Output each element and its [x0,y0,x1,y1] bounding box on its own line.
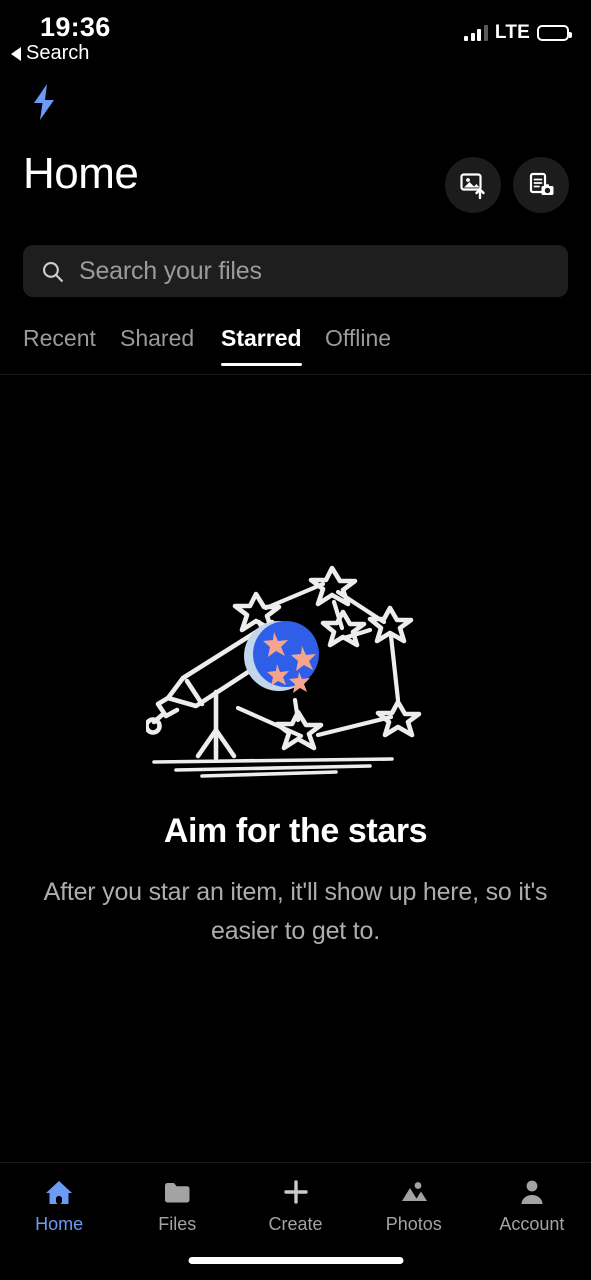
home-icon [46,1181,73,1204]
tab-offline[interactable]: Offline [325,325,391,366]
tab-starred[interactable]: Starred [221,325,302,366]
nav-label-create: Create [268,1214,323,1234]
nav-item-photos[interactable]: Photos [355,1177,473,1235]
back-to-search-link[interactable]: Search [11,42,89,65]
empty-state: Aim for the stars After you star an item… [0,560,591,951]
search-input[interactable]: Search your files [79,257,262,286]
network-type-label: LTE [494,22,530,43]
nav-label-photos: Photos [385,1214,442,1234]
nav-label-files: Files [158,1214,197,1234]
page-title: Home [23,149,139,198]
document-scan-icon [529,172,554,195]
nav-label-home: Home [35,1214,84,1234]
phone-screen: 19:36 Search LTE Home Search your files … [0,0,591,1280]
battery-icon [537,25,572,41]
upload-photo-button[interactable] [445,157,501,213]
telescope-constellation-illustration [145,565,421,778]
empty-state-title: Aim for the stars [163,812,428,850]
tab-recent[interactable]: Recent [23,325,96,366]
tab-shared[interactable]: Shared [120,325,194,366]
status-indicators: LTE [464,22,572,44]
empty-state-subtitle: After you star an item, it'll show up he… [43,878,548,945]
folder-icon [165,1183,190,1203]
signal-bars-icon [464,25,488,41]
lightning-bolt-icon[interactable] [26,82,62,122]
tab-bar: Recent Shared Starred Offline [0,325,591,375]
tab-divider [0,374,591,375]
header-actions [445,157,569,213]
nav-item-files[interactable]: Files [118,1177,236,1235]
home-indicator-bar[interactable] [188,1257,403,1264]
nav-item-create[interactable]: Create [236,1177,354,1235]
photos-icon [401,1182,427,1201]
search-bar[interactable]: Search your files [23,245,568,297]
image-upload-icon [460,173,485,200]
back-label: Search [26,42,90,64]
page-header: Home [0,149,591,220]
nav-item-home[interactable]: Home [0,1177,118,1235]
status-bar: 19:36 Search LTE [0,0,591,72]
plus-icon [283,1180,308,1204]
nav-label-account: Account [499,1214,565,1234]
scan-document-button[interactable] [513,157,569,213]
person-icon [521,1180,543,1204]
triangle-left-icon [11,46,21,61]
status-time: 19:36 [40,12,111,42]
nav-item-account[interactable]: Account [473,1177,591,1235]
search-icon [43,261,63,282]
